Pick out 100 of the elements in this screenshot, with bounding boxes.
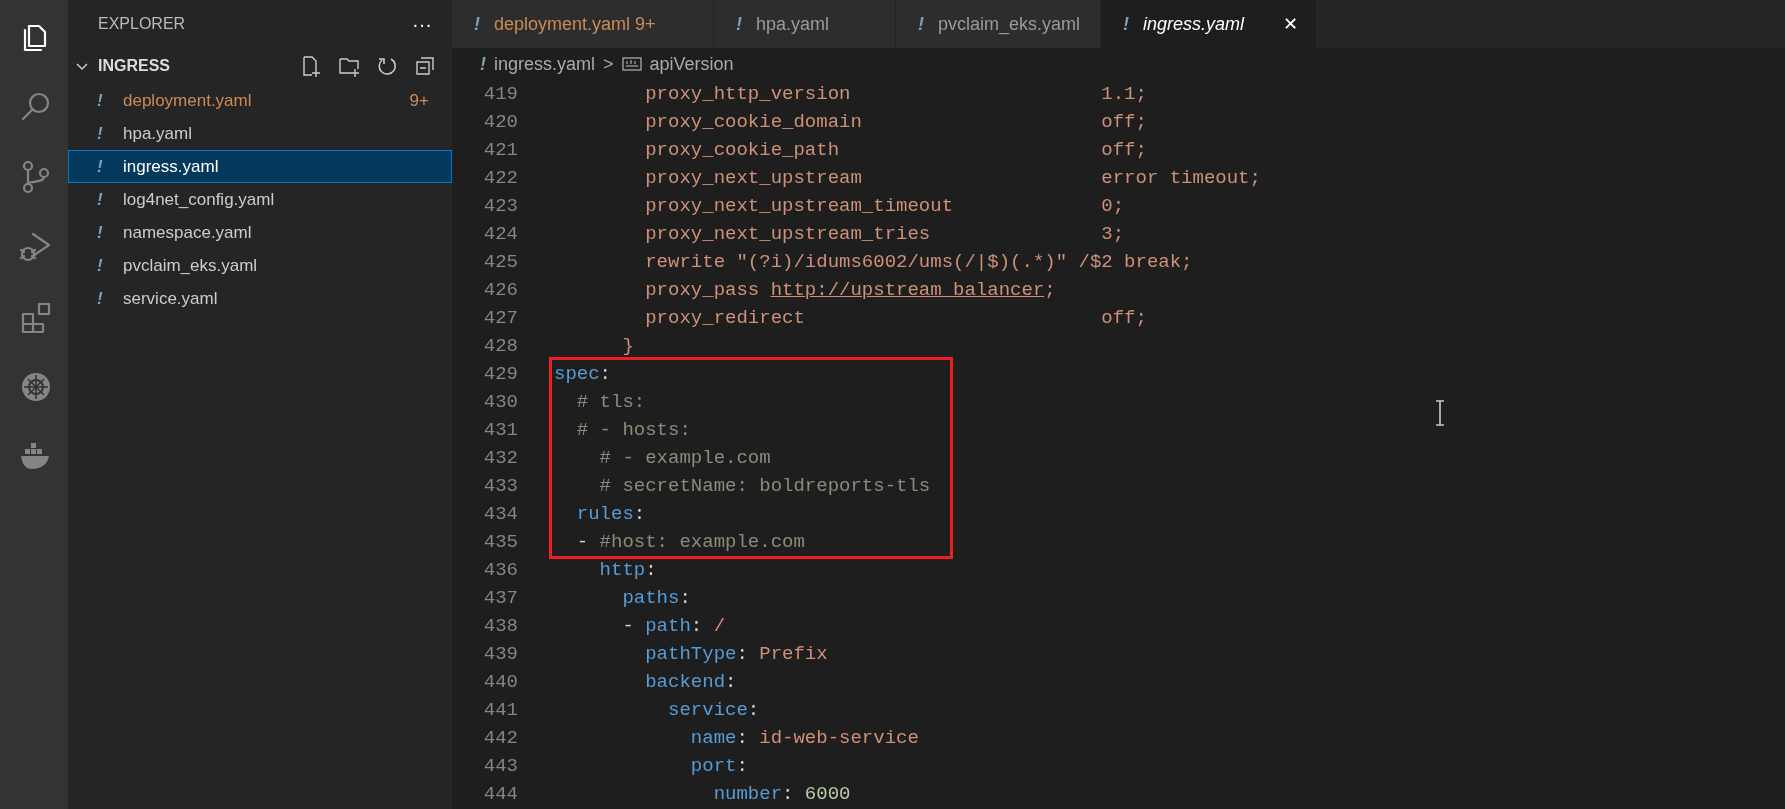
file-name: ingress.yaml	[123, 155, 220, 178]
file-name: service.yaml	[123, 287, 219, 310]
line-number: 430	[483, 391, 518, 413]
text-cursor-icon	[1434, 400, 1446, 426]
file-name: namespace.yaml	[123, 221, 253, 244]
code-line: proxy_next_upstream_timeout 0;	[644, 195, 1125, 217]
line-number: 421	[483, 139, 518, 161]
line-number: 432	[483, 447, 518, 469]
yaml-file-icon: !	[480, 50, 486, 78]
code-line: - #host: example.com	[575, 531, 805, 553]
problem-count: 9+	[409, 89, 429, 112]
code-line: number: 6000	[712, 783, 851, 805]
breadcrumb-item[interactable]: ingress.yaml	[494, 50, 596, 78]
tab-label: pvclaim_eks.yaml	[938, 12, 1082, 37]
file-item[interactable]: ! pvclaim_eks.yaml	[68, 249, 452, 282]
tab-label: deployment.yaml 9+	[494, 12, 657, 36]
code-line: proxy_next_upstream_tries 3;	[644, 223, 1125, 245]
line-number: 424	[483, 223, 518, 245]
code-line: rewrite "(?i)/idums6002/ums(/|$)(.*)" /$2 break;	[644, 251, 1193, 273]
breadcrumb-item[interactable]: apiVersion	[649, 50, 734, 78]
code-line: paths:	[621, 587, 691, 609]
code-line: pathType: Prefix	[644, 643, 828, 665]
code-line: proxy_http_version 1.1;	[644, 83, 1147, 105]
line-number: 434	[483, 503, 518, 525]
code-line: proxy_cookie_path off;	[644, 139, 1147, 161]
file-name: log4net_config.yaml	[123, 188, 276, 211]
line-number: 437	[483, 587, 518, 609]
code-line: proxy_redirect off;	[644, 307, 1147, 329]
collapse-all-icon[interactable]	[414, 55, 436, 77]
yaml-file-icon: !	[97, 87, 119, 114]
yaml-file-icon: !	[918, 10, 924, 38]
refresh-icon[interactable]	[376, 55, 398, 77]
yaml-file-icon: !	[97, 153, 119, 180]
file-name: pvclaim_eks.yaml	[123, 254, 259, 277]
line-number: 435	[483, 531, 518, 553]
yaml-file-icon: !	[97, 285, 119, 312]
yaml-file-icon: !	[97, 120, 119, 147]
tab-label: ingress.yaml	[1143, 12, 1246, 36]
editor-tab[interactable]: ! pvclaim_eks.yaml	[896, 0, 1101, 48]
yaml-file-icon: !	[97, 186, 119, 213]
yaml-file-icon: !	[474, 10, 480, 38]
line-number: 423	[483, 195, 518, 217]
line-number: 427	[483, 307, 518, 329]
line-number: 422	[483, 167, 518, 189]
line-number: 439	[483, 643, 518, 665]
code-line: }	[621, 335, 634, 357]
line-number: 438	[483, 615, 518, 637]
yaml-file-icon: !	[1123, 10, 1129, 38]
file-item[interactable]: ! service.yaml	[68, 282, 452, 315]
file-item[interactable]: ! hpa.yaml	[68, 117, 452, 150]
symbol-string-icon	[621, 56, 642, 72]
code-line: proxy_next_upstream error timeout;	[644, 167, 1261, 189]
file-item[interactable]: ! ingress.yaml	[68, 150, 452, 183]
line-number: 443	[483, 755, 518, 777]
code-line: service:	[667, 699, 760, 721]
breadcrumb-separator: >	[603, 52, 614, 76]
code-line: name: id-web-service	[689, 727, 919, 749]
line-number: 440	[483, 671, 518, 693]
code-line: # - example.com	[598, 447, 771, 469]
sidebar-title: EXPLORER	[98, 14, 186, 34]
line-number: 428	[483, 335, 518, 357]
line-number: 425	[483, 251, 518, 273]
file-item[interactable]: ! log4net_config.yaml	[68, 183, 452, 216]
file-name: hpa.yaml	[123, 122, 193, 145]
line-number: 431	[483, 419, 518, 441]
editor-tab[interactable]: ! hpa.yaml	[714, 0, 896, 48]
line-number: 433	[483, 475, 518, 497]
line-number: 442	[483, 727, 518, 749]
code-line: proxy_pass http://upstream_balancer;	[644, 279, 1056, 301]
code-line: # secretName: boldreports-tls	[598, 475, 931, 497]
file-name: deployment.yaml	[123, 89, 253, 112]
code-line: # - hosts:	[575, 419, 691, 441]
line-number: 419	[483, 83, 518, 105]
new-file-icon[interactable]	[300, 55, 322, 77]
editor-tab[interactable]: ! deployment.yaml 9+	[452, 0, 714, 48]
yaml-file-icon: !	[736, 10, 742, 38]
more-actions-button[interactable]: ···	[412, 14, 432, 34]
file-item[interactable]: ! deployment.yaml 9+	[68, 84, 452, 117]
yaml-file-icon: !	[97, 219, 119, 246]
line-number: 429	[483, 363, 518, 385]
line-number: 441	[483, 699, 518, 721]
editor-tab[interactable]: ! ingress.yaml ✕	[1101, 0, 1317, 48]
yaml-file-icon: !	[97, 252, 119, 279]
code-line: spec:	[554, 363, 611, 385]
code-line: - path: /	[621, 615, 726, 637]
code-line: # tls:	[575, 391, 646, 413]
tab-label: hpa.yaml	[756, 12, 831, 36]
section-title[interactable]: INGRESS	[98, 54, 284, 78]
code-line: backend:	[644, 671, 737, 693]
code-line: proxy_cookie_domain off;	[644, 111, 1147, 133]
code-line: port:	[689, 755, 748, 777]
code-line: http:	[598, 559, 657, 581]
new-folder-icon[interactable]	[338, 55, 360, 77]
line-number: 444	[483, 783, 518, 805]
file-item[interactable]: ! namespace.yaml	[68, 216, 452, 249]
line-number: 436	[483, 559, 518, 581]
close-icon[interactable]: ✕	[1283, 10, 1298, 38]
line-number: 420	[483, 111, 518, 133]
line-number: 426	[483, 279, 518, 301]
code-line: rules:	[575, 503, 646, 525]
